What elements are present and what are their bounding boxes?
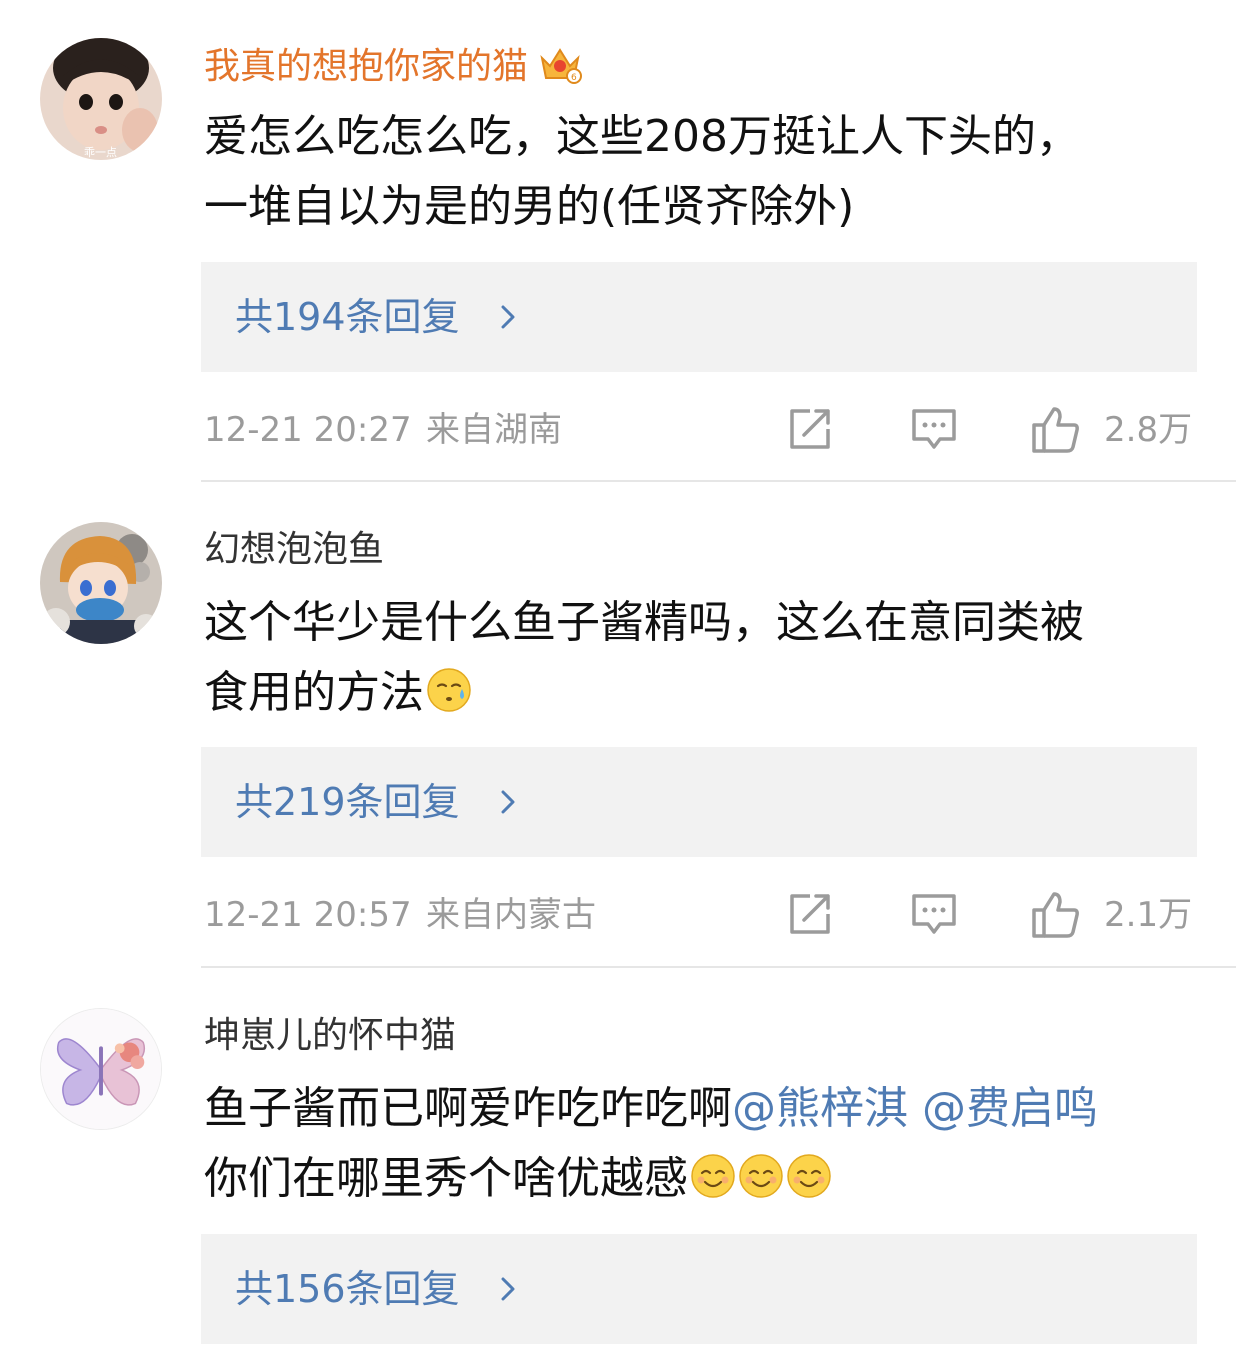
comment-icon[interactable] [910,890,958,938]
like-count: 2.8万 [1104,410,1193,450]
username-text[interactable]: 我真的想抱你家的猫 [204,46,528,87]
replies-label: 共156条回复 [235,1267,460,1311]
chevron-right-icon [501,1277,515,1301]
username[interactable]: 坤崽儿的怀中猫 [204,1018,456,1054]
comment-location: 来自湖南 [426,410,562,450]
chevron-right-icon [501,305,515,329]
comment-meta: 12-21 20:27 来自湖南 2.8万 [0,405,1236,455]
comment-meta: 12-21 20:57 来自内蒙古 2.1万 [0,890,1236,940]
user-avatar[interactable]: 乖一点 [40,38,162,160]
sweat-face-emoji-icon [427,668,471,712]
comment-text-segment: 鱼子酱而已啊爱咋吃咋吃啊 [204,1083,732,1134]
svg-text:6: 6 [571,73,577,83]
comment-text-segment: 食用的方法 [204,667,424,718]
like-icon[interactable] [1030,890,1082,940]
comment-text-line: 一堆自以为是的男的(任贤齐除外) [204,181,855,232]
svg-text:乖一点: 乖一点 [84,146,117,159]
comment-text: 这个华少是什么鱼子酱精吗，这么在意同类被 食用的方法 [204,588,1204,728]
comment-text: 爱怎么吃怎么吃，这些208万挺让人下头的， 一堆自以为是的男的(任贤齐除外) [204,102,1204,242]
comment-text-line: 爱怎么吃怎么吃，这些208万挺让人下头的， [204,111,1080,162]
username[interactable]: 幻想泡泡鱼 [204,532,384,568]
comment-time: 12-21 20:27 [204,410,412,450]
username-text[interactable]: 幻想泡泡鱼 [204,529,384,570]
comment-time: 12-21 20:57 [204,895,412,935]
comment-text-segment: 你们在哪里秀个啥优越感 [204,1153,688,1204]
smile-face-emoji-icon [691,1154,735,1198]
replies-button[interactable]: 共219条回复 [201,747,1197,857]
like-icon[interactable] [1030,405,1082,455]
username-text[interactable]: 坤崽儿的怀中猫 [204,1015,456,1056]
comment-text-line: 这个华少是什么鱼子酱精吗，这么在意同类被 [204,597,1084,648]
child-photo-avatar-icon: 乖一点 [40,38,162,160]
chevron-right-icon [501,790,515,814]
replies-label: 共194条回复 [235,295,460,339]
vip-crown-icon: 6 [540,48,583,84]
replies-button[interactable]: 共156条回复 [201,1234,1197,1344]
anime-boy-avatar-icon [40,522,162,644]
divider [201,480,1236,482]
comment-text: 鱼子酱而已啊爱咋吃咋吃啊@熊梓淇 @费启鸣 你们在哪里秀个啥优越感 [204,1074,1204,1214]
smile-face-emoji-icon [787,1154,831,1198]
share-icon[interactable] [786,890,834,938]
comment-text-line-1: 鱼子酱而已啊爱咋吃咋吃啊@熊梓淇 @费启鸣 [204,1074,1204,1144]
replies-button[interactable]: 共194条回复 [201,262,1197,372]
mention-link[interactable]: @费启鸣 [922,1083,1098,1134]
divider [201,966,1236,968]
smile-face-emoji-icon [739,1154,783,1198]
user-avatar[interactable] [40,1008,162,1130]
comment-location: 来自内蒙古 [426,895,596,935]
replies-label: 共219条回复 [235,780,460,824]
username[interactable]: 我真的想抱你家的猫 6 [204,44,583,87]
like-count: 2.1万 [1104,895,1193,935]
comment-text-line-2: 你们在哪里秀个啥优越感 [204,1144,1204,1214]
comment-text-line-2: 食用的方法 [204,658,1204,728]
mention-link[interactable]: @熊梓淇 [732,1083,908,1134]
butterfly-avatar-icon [41,1009,161,1129]
user-avatar[interactable] [40,522,162,644]
comment-icon[interactable] [910,405,958,453]
share-icon[interactable] [786,405,834,453]
